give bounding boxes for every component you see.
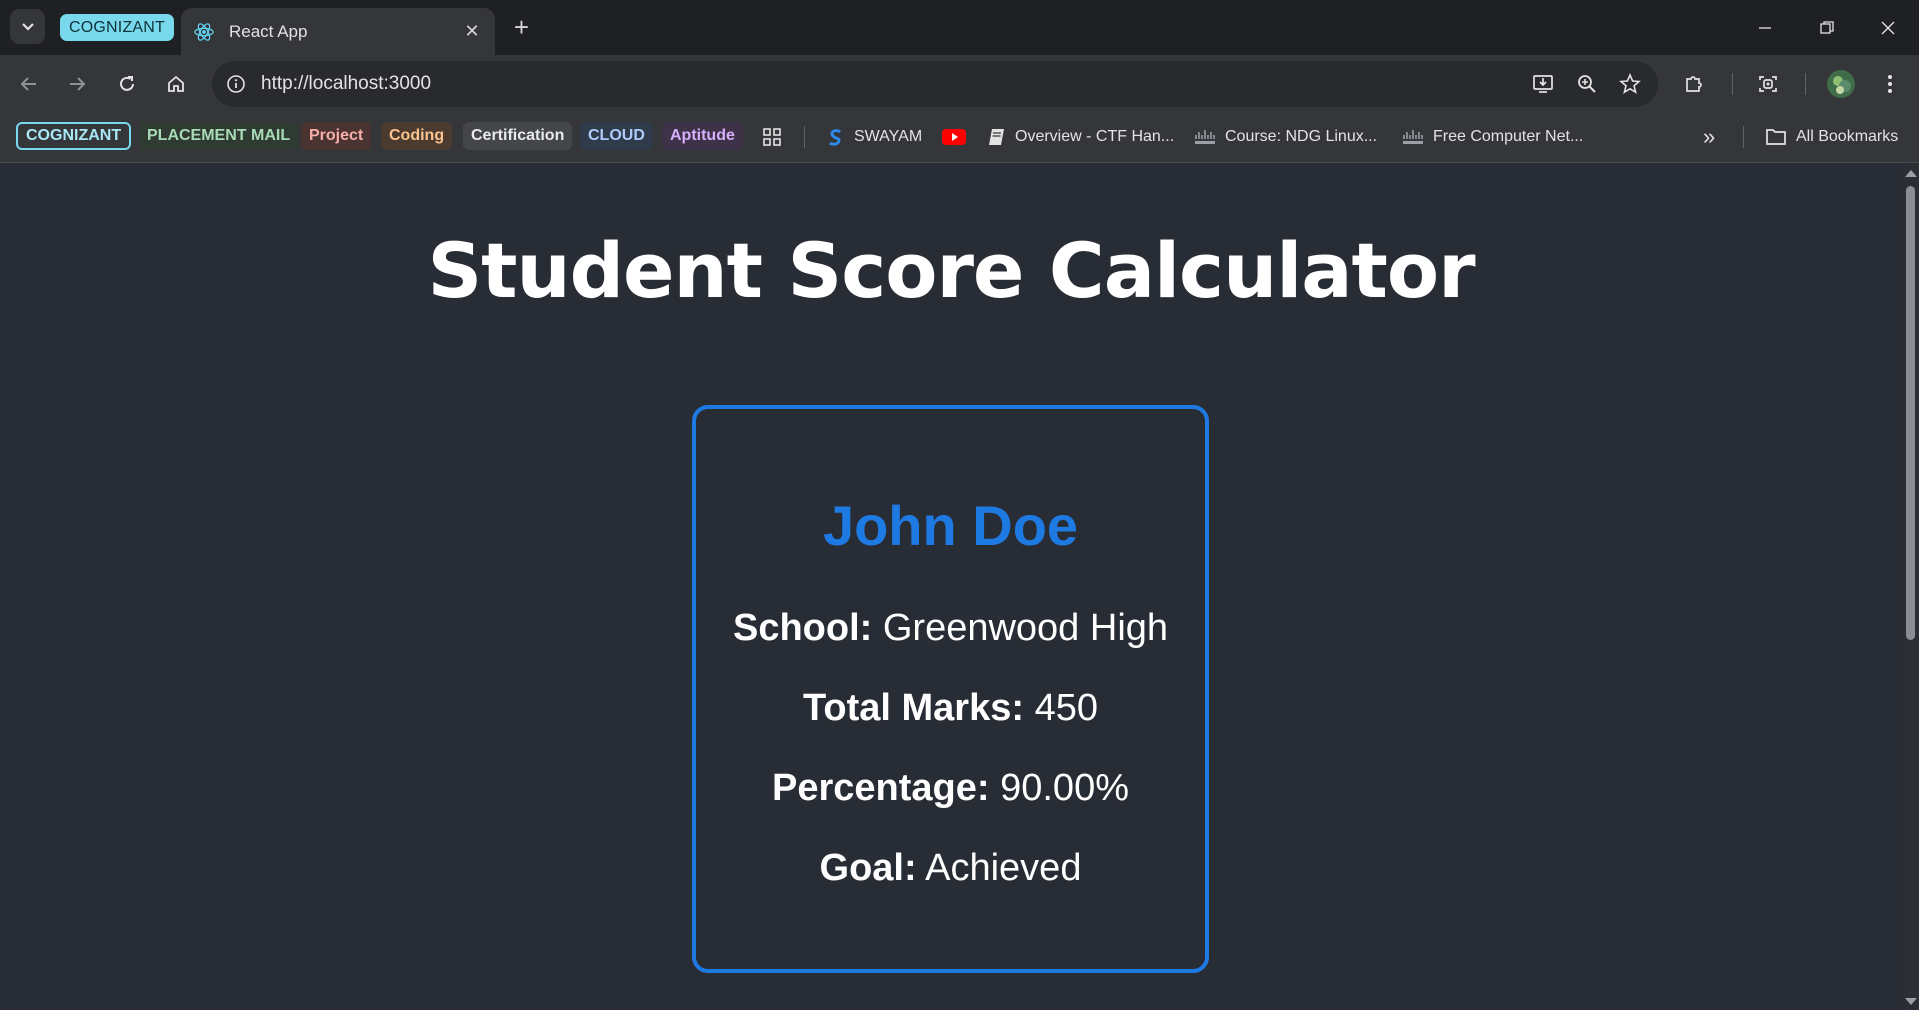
home-button[interactable]: [157, 65, 195, 103]
tab-close-icon[interactable]: ✕: [461, 21, 483, 42]
extensions-button[interactable]: [1675, 65, 1713, 103]
bookmark-group-cognizant[interactable]: COGNIZANT: [16, 122, 132, 150]
percentage-row: Percentage: 90.00%: [696, 767, 1205, 810]
tab-strip: COGNIZANT React App ✕ +: [0, 0, 1919, 55]
tab-search-button[interactable]: [10, 9, 45, 44]
install-app-button[interactable]: [1527, 68, 1559, 100]
bookmark-label: Course: NDG Linux...: [1225, 128, 1378, 145]
lens-icon: [1759, 76, 1777, 92]
bookmark-ctf-handbook[interactable]: Overview - CTF Han...: [988, 123, 1174, 151]
bookmark-group-aptitude[interactable]: Aptitude: [662, 122, 743, 150]
address-bar[interactable]: http://localhost:3000: [212, 61, 1658, 107]
star-icon: [1619, 73, 1641, 94]
bookmark-ndg-linux[interactable]: Course: NDG Linux...: [1194, 123, 1377, 151]
bookmark-apps[interactable]: [762, 123, 782, 151]
close-icon: [1881, 21, 1895, 34]
install-icon: [1533, 75, 1553, 93]
url-text[interactable]: http://localhost:3000: [261, 73, 431, 95]
total-marks-label: Total Marks:: [803, 687, 1025, 729]
bookmark-swayam[interactable]: SWAYAM: [826, 123, 922, 151]
page-title: Student Score Calculator: [427, 226, 1475, 315]
swayam-logo-icon: [829, 128, 841, 146]
bookmark-group-certification[interactable]: Certification: [463, 122, 573, 150]
school-row: School: Greenwood High: [696, 607, 1205, 650]
tab-react-app[interactable]: React App ✕: [181, 8, 495, 55]
back-button[interactable]: [10, 65, 48, 103]
reload-icon: [120, 76, 134, 91]
home-icon: [168, 75, 184, 92]
toolbar-separator: [1732, 73, 1733, 95]
bookmark-star-button[interactable]: [1614, 68, 1646, 100]
page-scrollbar[interactable]: [1902, 164, 1919, 1010]
total-marks-value: 450: [1034, 687, 1098, 729]
percentage-value: 90.00%: [1000, 767, 1129, 809]
bookmarks-separator: [1743, 126, 1744, 148]
bookmarks-separator: [804, 126, 805, 148]
puzzle-icon: [1686, 76, 1702, 92]
bookmark-free-computer-net[interactable]: Free Computer Net...: [1402, 123, 1583, 151]
total-marks-row: Total Marks: 450: [696, 687, 1205, 730]
react-logo-icon: [194, 22, 214, 41]
bookmark-group-coding[interactable]: Coding: [381, 122, 453, 150]
site-info-button[interactable]: [220, 68, 252, 100]
all-bookmarks-label: All Bookmarks: [1796, 128, 1899, 145]
scroll-down-arrow[interactable]: [1905, 998, 1917, 1005]
kebab-menu-icon: [1888, 75, 1892, 93]
scrollbar-thumb[interactable]: [1906, 186, 1915, 640]
bookmark-label: SWAYAM: [854, 128, 923, 145]
goal-label: Goal:: [819, 847, 917, 889]
youtube-icon: [942, 129, 966, 145]
close-window-button[interactable]: [1857, 0, 1919, 55]
bookmark-label: Free Computer Net...: [1433, 128, 1584, 145]
goal-value: Achieved: [925, 847, 1082, 889]
school-label: School:: [732, 607, 873, 649]
forward-arrow-icon: [70, 77, 86, 91]
page-viewport: Student Score Calculator John Doe School…: [0, 164, 1902, 1010]
bookmark-youtube[interactable]: [942, 123, 966, 151]
back-arrow-icon: [20, 77, 36, 91]
cisco-logo-icon: [1403, 130, 1423, 144]
folder-icon: [1766, 129, 1786, 145]
profile-avatar[interactable]: [1822, 65, 1860, 103]
toolbar-separator: [1805, 73, 1806, 95]
tab-title: React App: [229, 21, 308, 41]
screen-capture-button[interactable]: [1749, 65, 1787, 103]
bookmarks-bar: COGNIZANT PLACEMENT MAIL Project Coding …: [0, 113, 1919, 163]
tab-group-chip[interactable]: COGNIZANT: [60, 14, 175, 41]
bookmark-group-project[interactable]: Project: [301, 122, 372, 150]
apps-grid-icon: [763, 128, 781, 146]
forward-button[interactable]: [58, 65, 96, 103]
browser-toolbar: http://localhost:3000: [0, 55, 1919, 113]
bookmarks-overflow-button[interactable]: »: [1703, 123, 1715, 151]
all-bookmarks-button[interactable]: All Bookmarks: [1765, 123, 1898, 151]
bookmark-group-cloud[interactable]: CLOUD: [580, 122, 653, 150]
zoom-icon: [1578, 75, 1596, 93]
avatar-icon: [1827, 70, 1855, 98]
restore-button[interactable]: [1796, 0, 1858, 55]
new-tab-button[interactable]: +: [508, 12, 535, 42]
percentage-label: Percentage:: [772, 767, 990, 809]
minimize-icon: [1759, 26, 1771, 29]
student-card: John Doe School: Greenwood High Total Ma…: [692, 405, 1209, 973]
minimize-button[interactable]: [1734, 0, 1796, 55]
reload-button[interactable]: [108, 65, 146, 103]
student-name: John Doe: [822, 494, 1079, 557]
scroll-up-arrow[interactable]: [1905, 170, 1917, 177]
info-icon: [227, 75, 245, 93]
chevron-down-icon: [21, 22, 34, 31]
bookmark-group-placement-mail[interactable]: PLACEMENT MAIL: [139, 122, 299, 150]
book-icon: [989, 129, 1004, 145]
cisco-logo-icon: [1195, 130, 1215, 144]
zoom-button[interactable]: [1571, 68, 1603, 100]
goal-row: Goal: Achieved: [696, 847, 1205, 890]
restore-icon: [1820, 20, 1834, 34]
menu-button[interactable]: [1871, 65, 1909, 103]
school-value: Greenwood High: [882, 607, 1169, 649]
bookmark-label: Overview - CTF Han...: [1015, 128, 1175, 145]
